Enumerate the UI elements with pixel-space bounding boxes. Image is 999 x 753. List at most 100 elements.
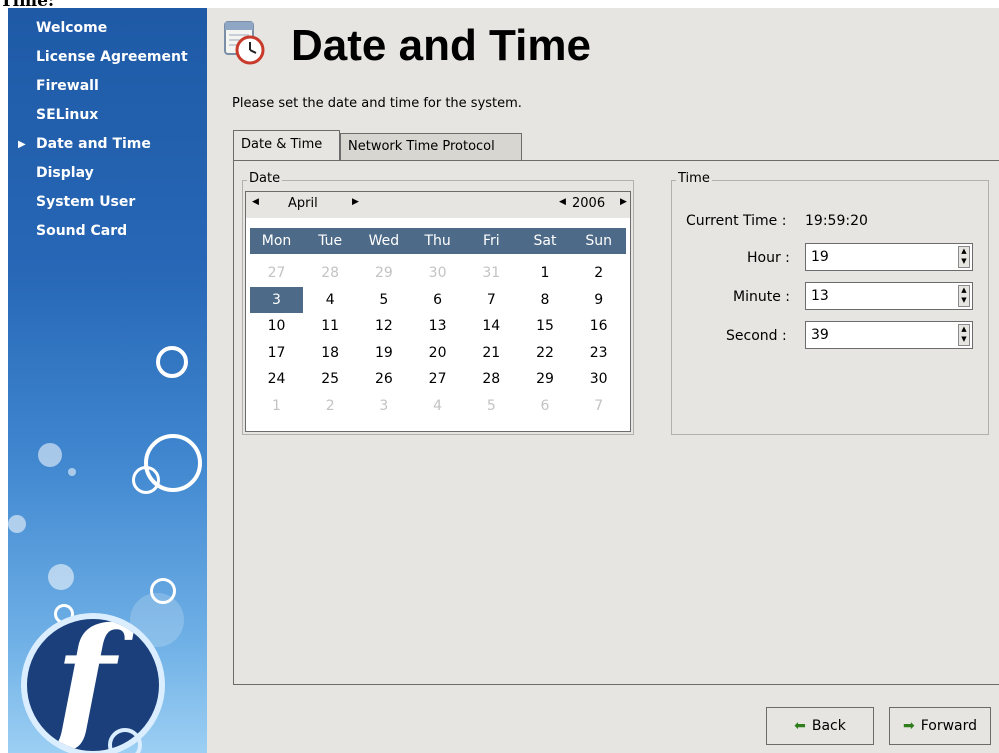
hour-down-icon[interactable]: ▼ (960, 257, 968, 266)
calendar-day[interactable]: 9 (572, 287, 625, 313)
minute-up-icon[interactable]: ▲ (960, 286, 968, 295)
calendar-day[interactable]: 8 (519, 287, 572, 313)
calendar-day[interactable]: 27 (411, 366, 464, 392)
calendar-day[interactable]: 30 (411, 260, 464, 286)
calendar-day[interactable]: 18 (304, 340, 357, 366)
calendar-day[interactable]: 4 (411, 393, 464, 419)
bubble-decoration (132, 466, 160, 494)
back-arrow-icon: ⬅ (794, 718, 806, 734)
prev-year-icon[interactable]: ◀ (559, 197, 566, 207)
calendar: ◀ April ▶ ◀ 2006 ▶ Mon Tue Wed Thu Fri Sat Sun… (245, 191, 631, 432)
minute-value: 13 (811, 288, 829, 304)
sidebar-item-date-and-time[interactable]: ▶ Date and Time (8, 134, 188, 163)
calendar-day[interactable]: 19 (357, 340, 410, 366)
calendar-day[interactable]: 30 (572, 366, 625, 392)
weekday-label: Tue (318, 233, 343, 249)
current-step-arrow-icon: ▶ (18, 139, 26, 150)
calendar-day[interactable]: 15 (519, 313, 572, 339)
minute-down-icon[interactable]: ▼ (960, 296, 968, 305)
bubble-decoration (8, 515, 26, 533)
calendar-day[interactable]: 10 (250, 313, 303, 339)
calendar-day[interactable]: 28 (465, 366, 518, 392)
calendar-day[interactable]: 7 (572, 393, 625, 419)
date-frame-label: Date (247, 171, 283, 186)
tab-panel: Date ◀ April ▶ ◀ 2006 ▶ Mon Tue Wed Thu Fri S… (233, 160, 999, 685)
calendar-day[interactable]: 2 (572, 260, 625, 286)
sidebar-item-label: Date and Time (36, 136, 151, 152)
calendar-day[interactable]: 13 (411, 313, 464, 339)
calendar-header: ◀ April ▶ ◀ 2006 ▶ (246, 192, 630, 218)
sidebar-item-label: Sound Card (36, 223, 128, 239)
weekday-label: Mon (261, 233, 292, 249)
calendar-day[interactable]: 24 (250, 366, 303, 392)
calendar-day[interactable]: 28 (304, 260, 357, 286)
month-label: April (288, 196, 318, 211)
calendar-day[interactable]: 11 (304, 313, 357, 339)
next-month-icon[interactable]: ▶ (352, 197, 359, 207)
calendar-day[interactable]: 12 (357, 313, 410, 339)
year-label: 2006 (572, 196, 606, 211)
date-frame: Date ◀ April ▶ ◀ 2006 ▶ Mon Tue Wed Thu Fri S… (242, 171, 634, 435)
back-button[interactable]: ⬅ Back (766, 707, 874, 745)
sidebar-item-license-agreement[interactable]: License Agreement (8, 47, 188, 76)
back-button-label: Back (811, 718, 846, 734)
calendar-day[interactable]: 2 (304, 393, 357, 419)
calendar-day[interactable]: 22 (519, 340, 572, 366)
second-up-icon[interactable]: ▲ (960, 325, 968, 334)
prev-month-icon[interactable]: ◀ (252, 197, 259, 207)
bubble-decoration (48, 564, 74, 590)
current-time-value: 19:59:20 (805, 213, 868, 229)
calendar-day[interactable]: 21 (465, 340, 518, 366)
calendar-day[interactable]: 29 (519, 366, 572, 392)
sidebar-item-welcome[interactable]: Welcome (8, 18, 188, 47)
sidebar-item-label: License Agreement (36, 49, 188, 65)
next-year-icon[interactable]: ▶ (620, 197, 627, 207)
sidebar-item-firewall[interactable]: Firewall (8, 76, 188, 105)
hour-up-icon[interactable]: ▲ (960, 247, 968, 256)
calendar-day[interactable]: 6 (411, 287, 464, 313)
calendar-day[interactable]: 27 (250, 260, 303, 286)
sidebar-item-display[interactable]: Display (8, 163, 188, 192)
calendar-day[interactable]: 29 (357, 260, 410, 286)
weekday-label: Sun (585, 233, 612, 249)
forward-button-label: Forward (920, 718, 978, 734)
calendar-day[interactable]: 20 (411, 340, 464, 366)
calendar-day[interactable]: 3 (357, 393, 410, 419)
fedora-logo-icon: f (21, 613, 165, 753)
minute-spinbox[interactable]: 13 ▲ ▼ (805, 282, 973, 310)
calendar-day[interactable]: 25 (304, 366, 357, 392)
forward-button[interactable]: ➡ Forward (889, 707, 991, 745)
calendar-day[interactable]: 6 (519, 393, 572, 419)
calendar-day[interactable]: 31 (465, 260, 518, 286)
calendar-day[interactable]: 3 (250, 286, 303, 313)
second-spinbox[interactable]: 39 ▲ ▼ (805, 321, 973, 349)
calendar-day[interactable]: 5 (357, 287, 410, 313)
calendar-day[interactable]: 1 (519, 260, 572, 286)
tab-network-time-protocol[interactable]: Network Time Protocol (340, 133, 522, 160)
calendar-day[interactable]: 16 (572, 313, 625, 339)
weekday-label: Sat (533, 233, 557, 249)
calendar-day[interactable]: 17 (250, 340, 303, 366)
calendar-clock-icon (224, 21, 265, 65)
second-value: 39 (811, 327, 829, 343)
sidebar: Welcome License Agreement Firewall SELinux ▶… (8, 8, 207, 753)
calendar-day[interactable]: 23 (572, 340, 625, 366)
sidebar-item-label: Display (36, 165, 94, 181)
calendar-day[interactable]: 1 (250, 393, 303, 419)
bubble-decoration (38, 443, 62, 467)
hour-spinbox[interactable]: 19 ▲ ▼ (805, 243, 973, 271)
second-down-icon[interactable]: ▼ (960, 335, 968, 344)
sidebar-item-label: SELinux (36, 107, 99, 123)
calendar-day[interactable]: 4 (304, 287, 357, 313)
sidebar-item-selinux[interactable]: SELinux (8, 105, 188, 134)
sidebar-item-system-user[interactable]: System User (8, 192, 188, 221)
calendar-day[interactable]: 5 (465, 393, 518, 419)
calendar-day[interactable]: 26 (357, 366, 410, 392)
calendar-day[interactable]: 7 (465, 287, 518, 313)
sidebar-item-label: System User (36, 194, 136, 210)
calendar-day[interactable]: 14 (465, 313, 518, 339)
minute-label: Minute : (733, 289, 790, 305)
sidebar-item-sound-card[interactable]: Sound Card (8, 221, 188, 250)
main-panel: Date and Time Please set the date and ti… (207, 8, 999, 753)
tab-date-time[interactable]: Date & Time (233, 130, 340, 162)
